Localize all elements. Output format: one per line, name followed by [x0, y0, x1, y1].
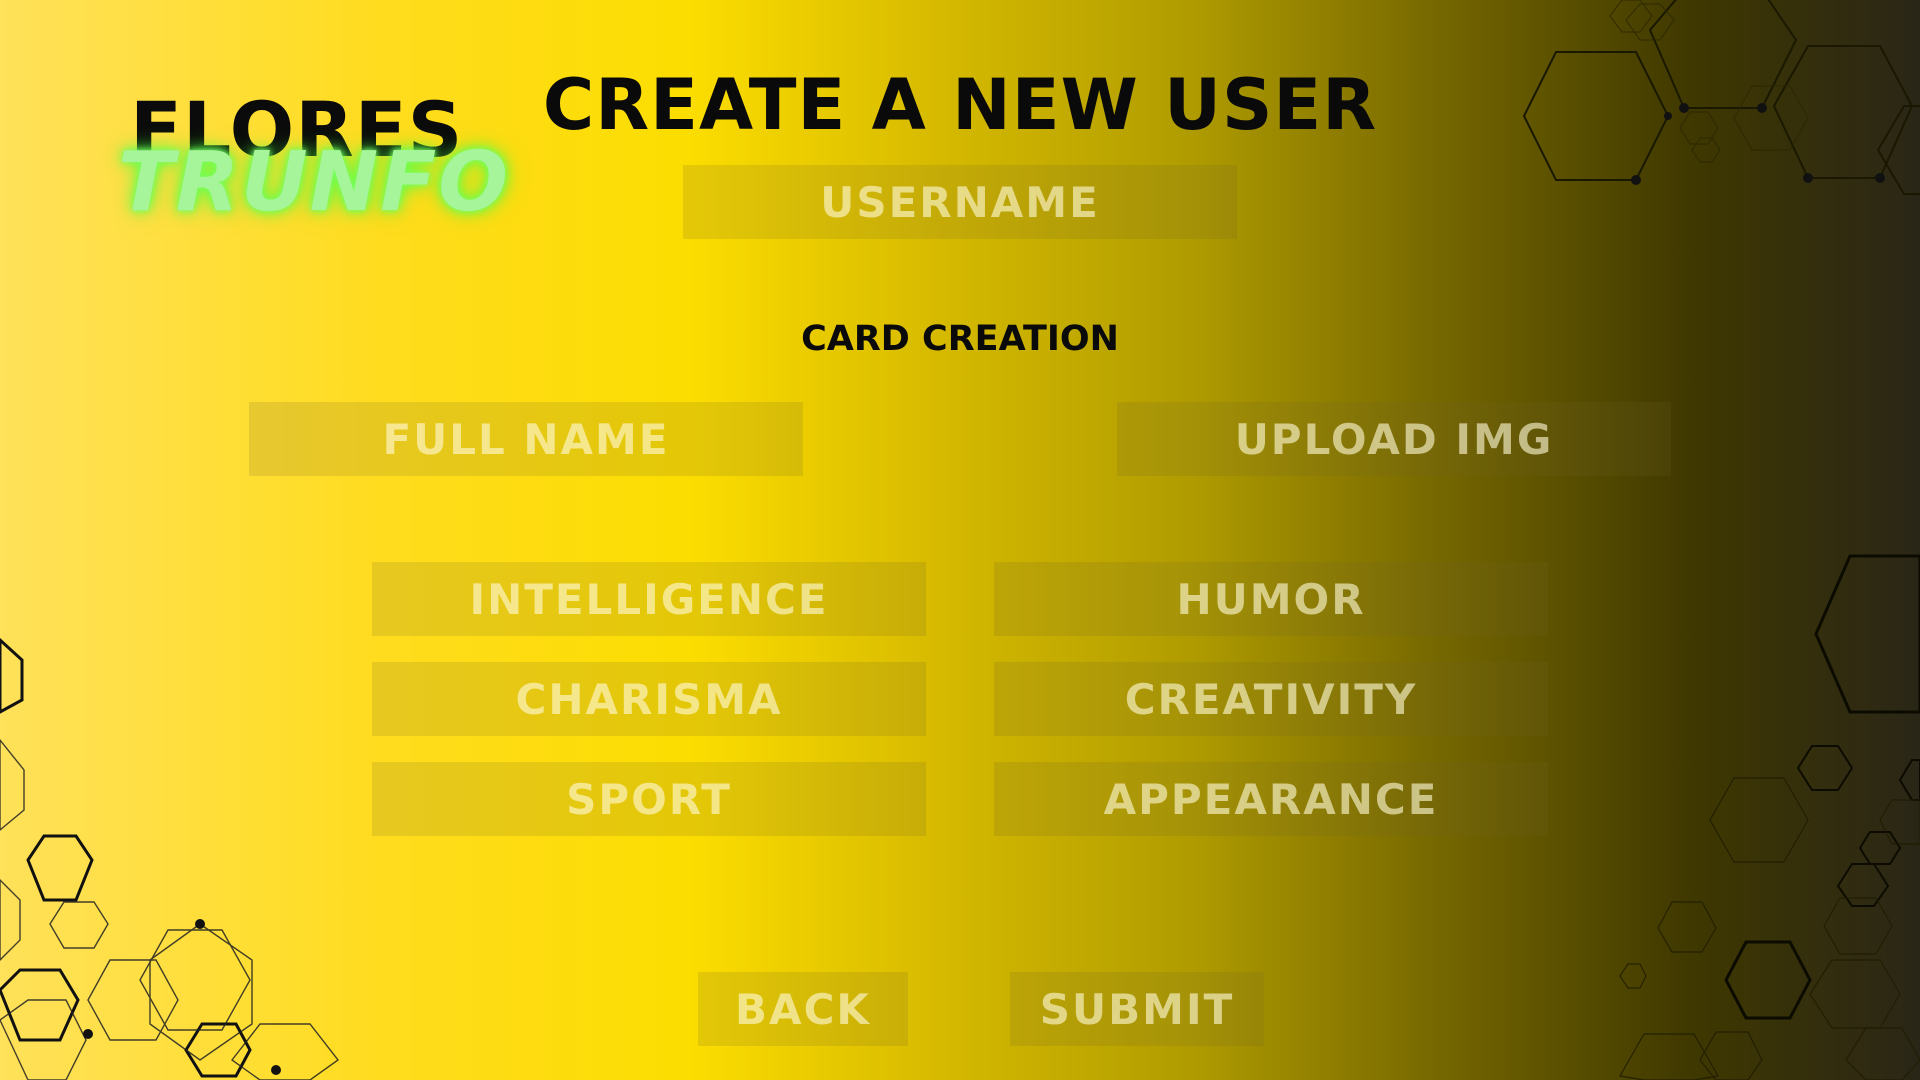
- intelligence-input[interactable]: INTELLIGENCE: [372, 562, 926, 636]
- hexagon-pattern-bottom-left: [0, 637, 340, 1080]
- back-button[interactable]: BACK: [698, 972, 908, 1046]
- full-name-input[interactable]: FULL NAME: [249, 402, 803, 476]
- page-title: CREATE A NEW USER: [542, 64, 1378, 146]
- logo-trunfo-text: TRUNFO: [118, 135, 511, 230]
- charisma-input[interactable]: CHARISMA: [372, 662, 926, 736]
- humor-input[interactable]: HUMOR: [994, 562, 1548, 636]
- submit-button[interactable]: SUBMIT: [1010, 972, 1264, 1046]
- creativity-input[interactable]: CREATIVITY: [994, 662, 1548, 736]
- appearance-input[interactable]: APPEARANCE: [994, 762, 1548, 836]
- username-input[interactable]: USERNAME: [683, 165, 1237, 239]
- hexagon-pattern-right: [1619, 554, 1920, 1080]
- card-creation-heading: CARD CREATION: [801, 319, 1119, 359]
- sport-input[interactable]: SPORT: [372, 762, 926, 836]
- upload-image-button[interactable]: UPLOAD IMG: [1117, 402, 1671, 476]
